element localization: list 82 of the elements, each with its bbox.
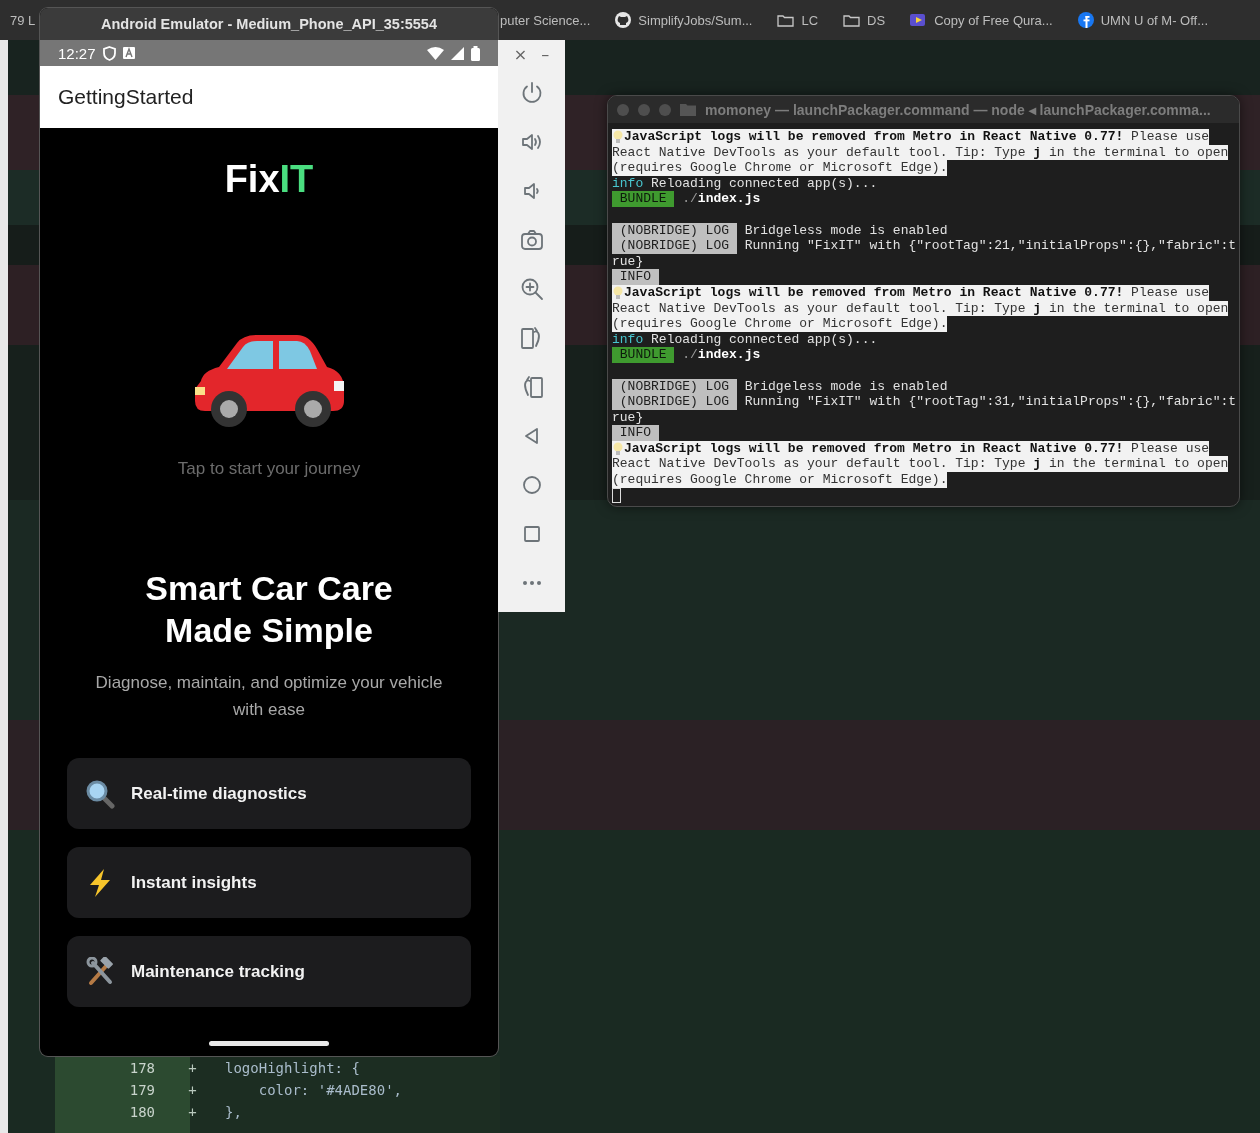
headline: Smart Car Care Made Simple <box>144 568 394 651</box>
camera-icon <box>519 227 544 252</box>
bookmark-link[interactable]: UMN U of M- Off... <box>1100 12 1209 28</box>
code-line: }, <box>225 1104 242 1120</box>
bookmark-link[interactable]: DS <box>867 12 886 28</box>
bundle-badge: BUNDLE <box>612 347 675 363</box>
file-path: ./index.js <box>682 191 761 207</box>
log-badge: INFO <box>612 269 659 285</box>
lightbulb-icon <box>612 441 624 456</box>
file-path: ./index.js <box>682 347 761 363</box>
diff-marker: + <box>187 1060 198 1076</box>
bookmark-link[interactable]: LC <box>801 12 819 28</box>
bundle-badge: BUNDLE <box>612 191 675 207</box>
tagline: Tap to start your journey <box>177 459 361 479</box>
zoom-window-button[interactable] <box>659 103 671 116</box>
feature-card[interactable]: Maintenance tracking <box>67 936 471 1007</box>
diff-marker: + <box>187 1082 198 1098</box>
window-title: Android Emulator - Medium_Phone_API_35:5554 <box>101 16 437 32</box>
log-message: (requires Google Chrome or Microsoft Edge). <box>612 472 948 488</box>
feature-card[interactable]: Instant insights <box>67 847 471 918</box>
battery-icon <box>471 45 480 61</box>
log-message: rue} <box>612 409 644 425</box>
log-message: Running "FixIT" with {"rootTag":31,"initialProps":{},"fabric":t <box>744 394 1237 410</box>
folder-icon <box>680 103 696 116</box>
feature-label: Real-time diagnostics <box>131 783 307 804</box>
log-message: React Native DevTools as your default tool. Tip: Type j in the terminal to open <box>612 456 1229 473</box>
app-bar-title: GettingStarted <box>58 85 194 109</box>
log-message: (requires Google Chrome or Microsoft Edge). <box>612 160 948 176</box>
text-cursor <box>612 487 621 503</box>
code-line: logoHighlight: { <box>225 1060 360 1076</box>
folder-icon <box>777 13 795 27</box>
log-message: (requires Google Chrome or Microsoft Edge). <box>612 316 948 332</box>
line-number: 178 <box>128 1060 155 1076</box>
log-badge: (NOBRIDGE) LOG <box>612 394 737 410</box>
description: Diagnose, maintain, and optimize your vehicle with ease <box>94 672 444 721</box>
close-window-button[interactable] <box>617 103 629 116</box>
diff-marker: + <box>187 1104 198 1120</box>
minimize-button[interactable]: – <box>541 44 550 64</box>
log-message: Running "FixIT" with {"rootTag":21,"initialProps":{},"fabric":t <box>744 238 1237 254</box>
line-number: 180 <box>128 1104 155 1120</box>
log-message: Reloading connected app(s)... <box>651 331 878 347</box>
github-icon <box>615 12 632 28</box>
code-line: color: '#4ADE80', <box>257 1082 402 1098</box>
bookmark-link[interactable]: 79 L <box>10 12 36 28</box>
window-title: momoney — launchPackager.command — node ◂ launchPackager.comma... <box>705 101 1211 118</box>
hammer-wrench-icon <box>85 956 115 987</box>
log-message: Bridgeless mode is enabled <box>744 222 948 238</box>
log-message: Bridgeless mode is enabled <box>744 378 948 394</box>
log-badge: (NOBRIDGE) LOG <box>612 238 737 254</box>
minimize-window-button[interactable] <box>638 103 650 116</box>
shield-icon <box>102 45 116 61</box>
folder-icon <box>843 13 861 27</box>
magnifier-icon <box>85 778 115 809</box>
facebook-icon <box>1077 12 1094 28</box>
log-level-label: info <box>612 175 644 191</box>
zoom-in-icon <box>519 276 544 301</box>
lightbulb-icon <box>612 285 624 300</box>
log-message: rue} <box>612 253 644 269</box>
wifi-icon <box>427 46 444 60</box>
log-badge: INFO <box>612 425 659 441</box>
log-message: JavaScript logs will be removed from Metro in React Native 0.77! Please use <box>624 440 1210 457</box>
line-number: 179 <box>128 1082 155 1098</box>
bookmark-link[interactable]: puter Science... <box>500 12 591 28</box>
log-badge: (NOBRIDGE) LOG <box>612 222 737 239</box>
clock-time: 12:27 <box>58 44 96 62</box>
log-message: JavaScript logs will be removed from Metro in React Native 0.77! Please use <box>624 129 1210 145</box>
notification-icon <box>122 47 135 59</box>
lightbulb-icon <box>612 129 624 144</box>
more-icon <box>522 580 541 585</box>
feature-card[interactable]: Real-time diagnostics <box>67 758 471 829</box>
log-message: JavaScript logs will be removed from Metro in React Native 0.77! Please use <box>624 284 1210 301</box>
video-icon <box>910 13 928 27</box>
log-message: Reloading connected app(s)... <box>651 175 878 191</box>
feature-label: Instant insights <box>131 872 257 893</box>
log-level-label: info <box>612 331 644 347</box>
log-badge: (NOBRIDGE) LOG <box>612 378 737 395</box>
bookmark-link[interactable]: Copy of Free Qura... <box>934 12 1053 28</box>
signal-icon <box>451 46 464 60</box>
close-button[interactable]: × <box>513 44 528 64</box>
bookmark-link[interactable]: SimplifyJobs/Sum... <box>638 12 753 28</box>
feature-label: Maintenance tracking <box>131 961 305 982</box>
app-logo: FixIT <box>224 158 314 201</box>
